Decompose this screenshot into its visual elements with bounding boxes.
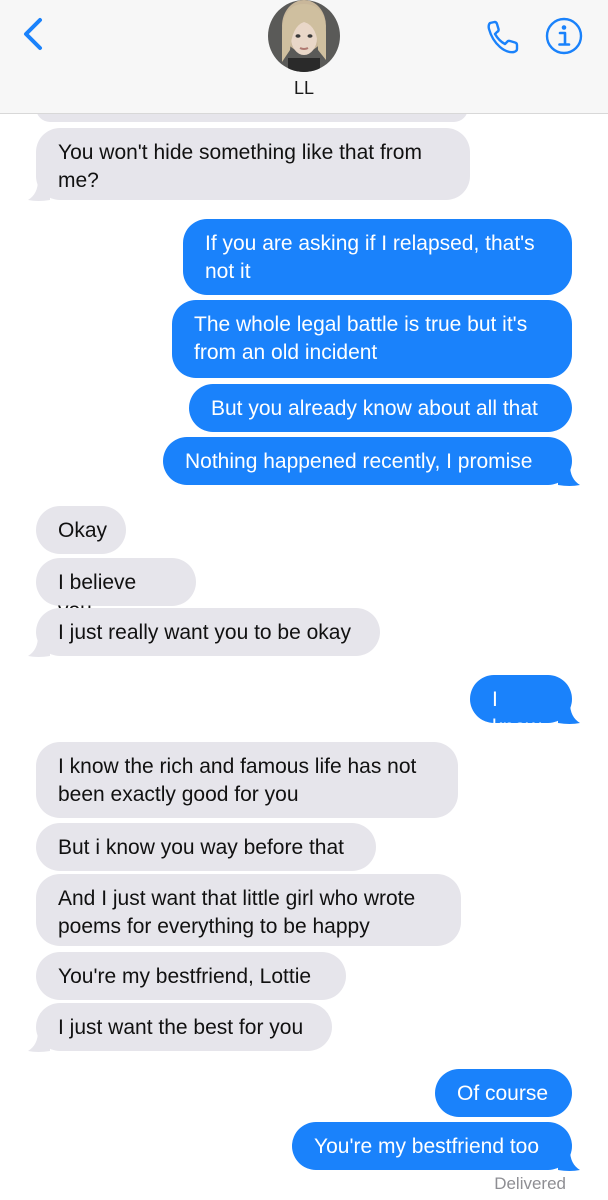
chevron-left-icon xyxy=(24,18,42,50)
message-text: If you are asking if I relapsed, that's … xyxy=(205,232,535,283)
incoming-message[interactable]: You won't hide something like that from … xyxy=(36,128,470,200)
outgoing-message[interactable]: If you are asking if I relapsed, that's … xyxy=(183,219,572,295)
bubble-tail xyxy=(28,180,50,201)
contact-name[interactable]: LL xyxy=(0,78,608,99)
incoming-message[interactable]: I know the rich and famous life has not … xyxy=(36,742,458,818)
message-text: I know xyxy=(492,688,542,739)
outgoing-message[interactable]: The whole legal battle is true but it's … xyxy=(172,300,572,378)
contact-photo xyxy=(268,0,340,72)
message-text: I know the rich and famous life has not … xyxy=(58,755,417,806)
outgoing-message[interactable]: You're my bestfriend too xyxy=(292,1122,572,1170)
bubble-tail xyxy=(28,1031,50,1052)
info-button[interactable] xyxy=(544,16,584,56)
incoming-message[interactable]: But i know you way before that xyxy=(36,823,376,871)
message-text: I just really want you to be okay xyxy=(58,621,351,644)
message-text: You're my bestfriend too xyxy=(314,1135,540,1158)
message-text: But i know you way before that xyxy=(58,836,344,859)
bubble-tail xyxy=(558,1150,580,1171)
incoming-message[interactable]: You're my bestfriend, Lottie xyxy=(36,952,346,1000)
message-text: Nothing happened recently, I promise xyxy=(185,450,533,473)
incoming-message[interactable]: And I just want that little girl who wro… xyxy=(36,874,461,946)
bubble-tail xyxy=(558,465,580,486)
outgoing-message[interactable]: Of course xyxy=(435,1069,572,1117)
outgoing-message[interactable]: Nothing happened recently, I promise xyxy=(163,437,572,485)
outgoing-message[interactable]: I know xyxy=(470,675,572,739)
message-text: You're my bestfriend, Lottie xyxy=(58,965,312,988)
avatar[interactable] xyxy=(268,0,340,72)
outgoing-message[interactable]: But you already know about all that xyxy=(189,384,572,432)
conversation-header: LL xyxy=(0,0,608,114)
bubble-tail xyxy=(28,636,50,657)
call-button[interactable] xyxy=(482,16,522,56)
message-text: The whole legal battle is true but it's … xyxy=(194,313,528,364)
bubble-tail xyxy=(558,703,580,724)
message-text: You won't hide something like that from … xyxy=(58,141,422,192)
phone-icon xyxy=(487,20,519,54)
incoming-message[interactable]: I just want the best for you xyxy=(36,1003,332,1051)
incoming-message[interactable]: I just really want you to be okay xyxy=(36,608,380,656)
message-text: Of course xyxy=(457,1082,549,1105)
back-button[interactable] xyxy=(16,14,52,54)
message-text: Okay xyxy=(58,519,108,542)
message-text: And I just want that little girl who wro… xyxy=(58,887,416,938)
incoming-message[interactable]: Okay xyxy=(36,506,126,554)
message-text: But you already know about all that xyxy=(211,397,538,420)
info-icon xyxy=(545,17,583,55)
incoming-message[interactable]: I believe you xyxy=(36,558,196,622)
delivery-status: Delivered xyxy=(494,1174,566,1193)
message-text: I just want the best for you xyxy=(58,1016,304,1039)
